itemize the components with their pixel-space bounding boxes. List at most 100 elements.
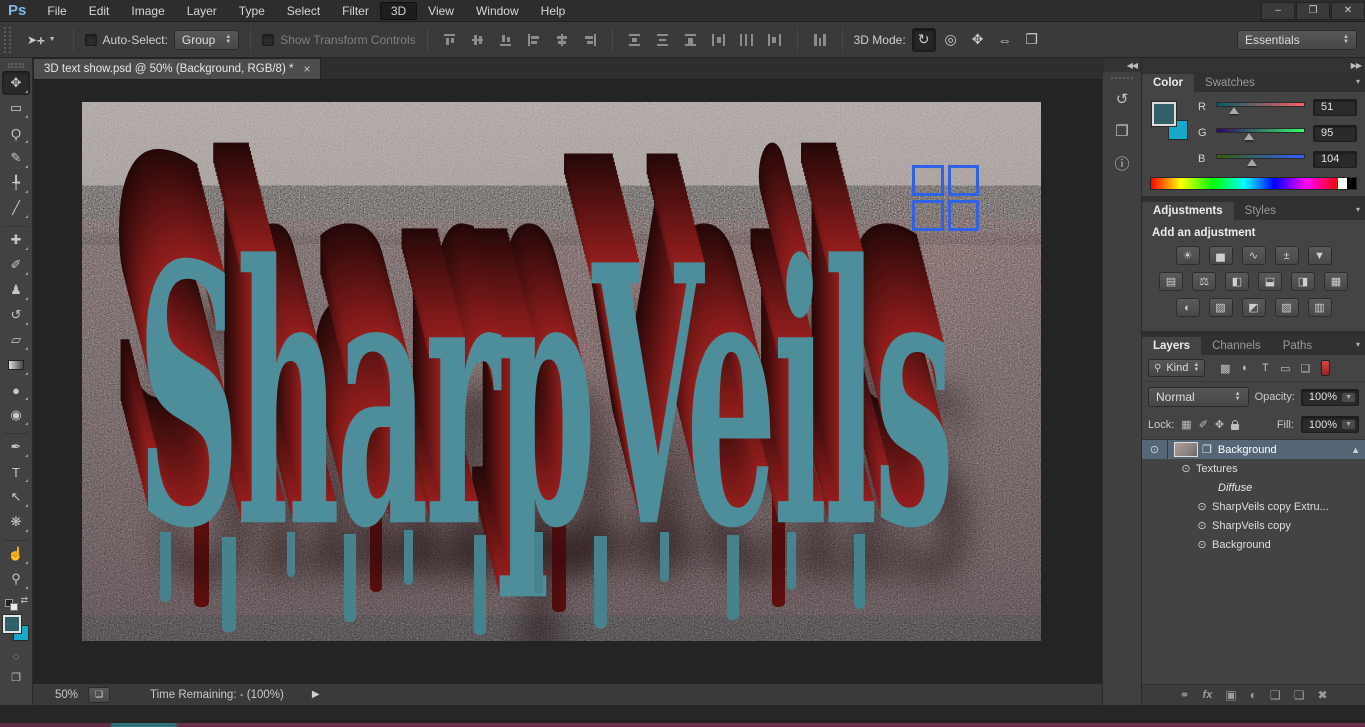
levels-adjustment[interactable]: ▅ (1208, 246, 1233, 265)
panel-menu-icon[interactable] (1356, 338, 1361, 350)
eye-cell[interactable]: ⊙ (1176, 459, 1196, 478)
panel-menu-icon[interactable] (1356, 203, 1361, 215)
3d-panel-button[interactable]: ❒ (1108, 118, 1136, 144)
3d-slide-mode[interactable]: ⇔ (993, 28, 1017, 52)
default-swap-colors-icon[interactable]: ⇄ (4, 595, 28, 611)
dodge-tool[interactable]: ◉ (2, 403, 30, 427)
new-adjustment-layer-button[interactable]: ◐ (1250, 688, 1257, 702)
filter-pixel-layers[interactable]: ▩ (1216, 359, 1234, 377)
gradient-tool[interactable] (2, 353, 30, 377)
visibility-eye-icon[interactable]: ⊙ (1197, 538, 1206, 551)
3d-rotate-mode[interactable]: ↻ (911, 27, 936, 52)
show-transform-controls-checkbox[interactable] (262, 33, 275, 46)
close-button[interactable]: ✕ (1331, 1, 1365, 20)
menu-3d[interactable]: 3D (379, 1, 418, 20)
brush-tool[interactable]: ✐ (2, 253, 30, 277)
align-horizontal-centers-button[interactable] (551, 28, 573, 52)
status-menu-arrow-icon[interactable]: ▶ (312, 689, 320, 700)
tools-panel-grip[interactable] (8, 63, 24, 68)
selective-color-adjustment[interactable]: ▥ (1307, 298, 1332, 317)
eye-cell[interactable]: ⊙ (1192, 497, 1212, 516)
lock-transparency-icon[interactable]: ▦ (1181, 418, 1191, 431)
zoom-level[interactable]: 50% (55, 689, 78, 701)
fill-field[interactable]: 100% ▼ (1300, 416, 1359, 433)
channel-value-field[interactable]: 95 (1313, 124, 1357, 142)
channel-slider[interactable] (1216, 152, 1305, 166)
tab-channels[interactable]: Channels (1201, 337, 1272, 355)
slider-thumb[interactable] (1228, 107, 1239, 114)
visibility-eye-icon[interactable]: ⊙ (1197, 500, 1206, 513)
options-bar-grip[interactable] (4, 26, 11, 53)
tool-preset-picker[interactable]: ➤✛ ▼ (21, 31, 62, 49)
tool-button[interactable] (4, 535, 28, 541)
eraser-tool[interactable]: ▱ (2, 328, 30, 352)
eye-cell[interactable] (1198, 478, 1218, 497)
new-layer-button[interactable]: ❏ (1294, 688, 1305, 702)
blur-tool[interactable]: ● (2, 378, 30, 402)
tool-button[interactable] (4, 221, 28, 227)
distribute-vertical-centers-button[interactable] (652, 28, 674, 52)
layer-row[interactable]: ⊙ Background (1142, 535, 1365, 554)
workspace-switcher-dropdown[interactable]: Essentials (1237, 29, 1357, 50)
menu-image[interactable]: Image (120, 2, 175, 20)
hue-saturation-adjustment[interactable]: ▤ (1159, 272, 1183, 291)
visibility-eye-icon[interactable]: ⊙ (1150, 443, 1159, 456)
new-group-button[interactable]: ❑ (1270, 688, 1281, 702)
collapse-dock-icon[interactable]: ◀◀ (1127, 61, 1138, 70)
healing-brush-tool[interactable]: ✚ (2, 228, 30, 252)
marquee-tool[interactable]: ▭ (2, 96, 30, 120)
color-balance-adjustment[interactable]: ⚖ (1192, 272, 1216, 291)
channel-mixer-adjustment[interactable]: ◨ (1291, 272, 1315, 291)
delete-layer-button[interactable]: ✖ (1317, 688, 1327, 702)
foreground-swatch[interactable] (3, 615, 21, 633)
menu-type[interactable]: Type (228, 2, 276, 20)
custom-shape-tool[interactable]: ❋ (2, 510, 30, 534)
close-tab-icon[interactable]: × (303, 62, 310, 76)
layer-filter-toggle[interactable] (1321, 360, 1331, 376)
auto-select-checkbox[interactable] (84, 33, 97, 46)
pen-tool[interactable]: ✒ (2, 435, 30, 459)
layer-row[interactable]: ⊙ ❒ Background ▲ (1142, 440, 1365, 459)
channel-value-field[interactable]: 51 (1313, 98, 1357, 116)
distribute-right-edges-button[interactable] (764, 28, 786, 52)
tab-adjustments[interactable]: Adjustments (1142, 202, 1234, 220)
chevron-down-icon[interactable]: ▼ (1342, 392, 1355, 402)
filter-shape-layers[interactable]: ▭ (1276, 359, 1294, 377)
blend-mode-dropdown[interactable]: Normal (1148, 387, 1249, 407)
panel-foreground-swatch[interactable] (1152, 102, 1176, 126)
distribute-widths-button[interactable] (809, 28, 831, 52)
menu-help[interactable]: Help (530, 2, 577, 20)
layer-row[interactable]: Diffuse (1142, 478, 1365, 497)
3d-ground-plane-widget[interactable] (912, 165, 979, 231)
curves-adjustment[interactable]: ∿ (1241, 246, 1266, 265)
tab-layers[interactable]: Layers (1142, 337, 1202, 355)
crop-tool[interactable]: ╄ (2, 171, 30, 195)
filter-adjustment-layers[interactable]: ◐ (1236, 359, 1254, 377)
channel-value-field[interactable]: 104 (1313, 150, 1357, 168)
color-spectrum-ramp[interactable] (1150, 177, 1357, 190)
zoom-tool[interactable]: ⚲ (2, 567, 30, 591)
threshold-adjustment[interactable]: ◩ (1241, 298, 1266, 317)
slider-thumb[interactable] (1247, 159, 1258, 166)
eyedropper-tool[interactable]: ╱ (2, 196, 30, 220)
distribute-bottom-edges-button[interactable] (680, 28, 702, 52)
eye-cell[interactable]: ⊙ (1142, 440, 1168, 459)
align-bottom-edges-button[interactable] (495, 28, 517, 52)
eye-cell[interactable]: ⊙ (1192, 516, 1212, 535)
history-brush-tool[interactable]: ↺ (2, 303, 30, 327)
document-tab[interactable]: 3D text show.psd @ 50% (Background, RGB/… (33, 58, 322, 79)
channel-slider[interactable] (1216, 126, 1305, 140)
add-layer-mask-button[interactable]: ▣ (1225, 688, 1236, 702)
restore-button[interactable]: ❐ (1296, 1, 1330, 20)
menu-layer[interactable]: Layer (176, 2, 228, 20)
minimize-button[interactable]: – (1261, 1, 1295, 20)
link-layers-button[interactable]: ⚭ (1179, 688, 1189, 702)
hand-tool[interactable]: ☝ (2, 542, 30, 566)
eye-cell[interactable]: ⊙ (1192, 535, 1212, 554)
3d-scale-mode[interactable]: ❒ (1020, 28, 1044, 52)
black-white-adjustment[interactable]: ◧ (1225, 272, 1249, 291)
align-top-edges-button[interactable] (439, 28, 461, 52)
tab-swatches[interactable]: Swatches (1194, 74, 1266, 92)
filter-smart-objects[interactable]: ❏ (1296, 359, 1314, 377)
invert-adjustment[interactable]: ◐ (1175, 298, 1200, 317)
